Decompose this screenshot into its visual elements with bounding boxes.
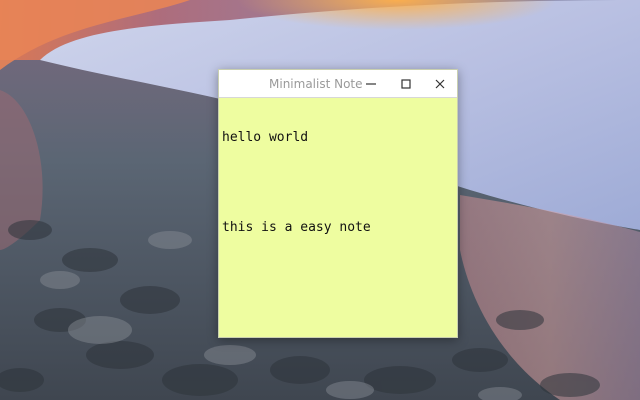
maximize-button[interactable] — [395, 73, 417, 95]
note-line: this is a easy note — [222, 220, 371, 235]
close-button[interactable] — [429, 73, 451, 95]
note-window[interactable]: Minimalist Note hello world this is a ea… — [218, 69, 458, 338]
note-line — [222, 175, 454, 190]
title-bar[interactable]: Minimalist Note — [219, 70, 457, 98]
minimize-icon — [366, 83, 376, 85]
minimize-button[interactable] — [360, 73, 382, 95]
maximize-icon — [401, 79, 411, 89]
note-line: hello world — [222, 130, 309, 145]
window-title: Minimalist Note — [269, 77, 363, 91]
close-icon — [435, 79, 445, 89]
note-text-area[interactable]: hello world this is a easy note — [219, 98, 457, 337]
